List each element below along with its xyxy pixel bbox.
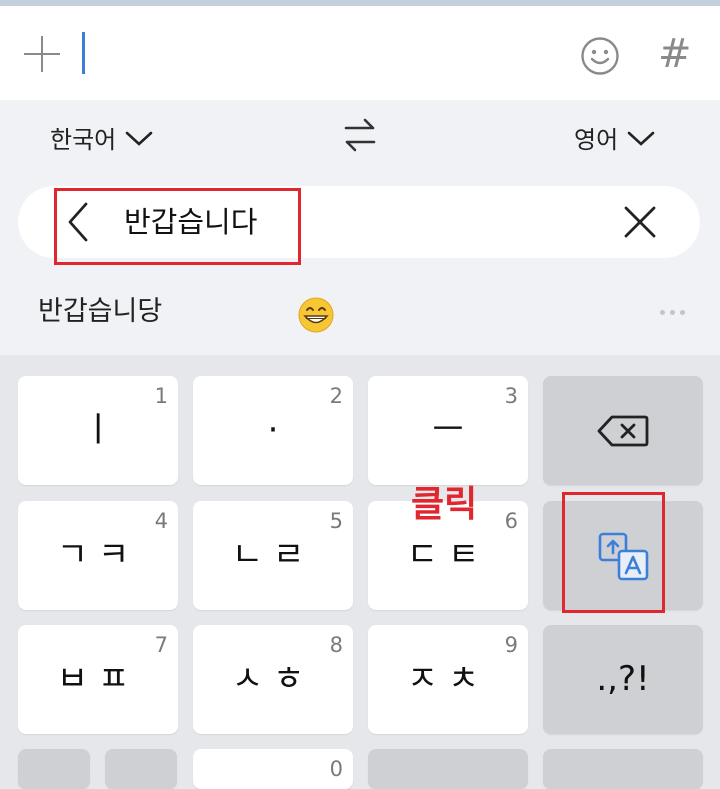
- key-2[interactable]: 2 ·: [193, 376, 353, 485]
- plus-icon[interactable]: [24, 36, 60, 72]
- key-label: ㅂㅍ: [56, 659, 140, 699]
- key-8[interactable]: 8 ㅅㅎ: [193, 625, 353, 734]
- source-language-label: 한국어: [50, 126, 117, 154]
- target-language-label: 영어: [574, 126, 619, 154]
- more-dots-icon[interactable]: [660, 310, 685, 315]
- swap-arrows-icon[interactable]: [342, 116, 378, 158]
- chevron-down-icon: [627, 131, 655, 146]
- key-label: ㄴㄹ: [231, 535, 315, 575]
- grinning-face-emoji[interactable]: [297, 296, 335, 338]
- key-number: 0: [329, 757, 343, 781]
- key-1[interactable]: 1 ㅣ: [18, 376, 178, 485]
- hashtag-button[interactable]: #: [658, 32, 692, 76]
- bottom-key-2[interactable]: [105, 749, 177, 789]
- click-annotation-label: 클릭: [411, 484, 478, 525]
- bottom-key-4[interactable]: [368, 749, 528, 789]
- backspace-icon: [597, 415, 649, 447]
- key-number: 5: [329, 509, 343, 533]
- chevron-down-icon: [125, 131, 153, 146]
- text-cursor: [82, 32, 85, 74]
- punctuation-key[interactable]: .,?!: [543, 625, 703, 734]
- key-label: ㅅㅎ: [231, 659, 315, 699]
- key-7[interactable]: 7 ㅂㅍ: [18, 625, 178, 734]
- key-label: .,?!: [596, 659, 650, 699]
- key-label: ㅣ: [82, 410, 114, 450]
- key-number: 3: [504, 384, 518, 408]
- key-label: ㄷㅌ: [406, 535, 490, 575]
- key-9[interactable]: 9 ㅈㅊ: [368, 625, 528, 734]
- key-label: ㄱㅋ: [56, 535, 140, 575]
- key-label: ·: [267, 410, 279, 450]
- key-number: 8: [329, 633, 343, 657]
- key-number: 7: [154, 633, 168, 657]
- key-label: ㅈㅊ: [406, 659, 490, 699]
- key-number: 1: [154, 384, 168, 408]
- message-input-bar[interactable]: #: [0, 6, 720, 100]
- highlight-box-input: [54, 188, 301, 265]
- key-number: 6: [504, 509, 518, 533]
- key-4[interactable]: 4 ㄱㅋ: [18, 501, 178, 610]
- bottom-key-1[interactable]: [18, 749, 90, 789]
- key-3[interactable]: 3 ㅡ: [368, 376, 528, 485]
- bottom-key-5[interactable]: [543, 749, 703, 789]
- backspace-key[interactable]: [543, 376, 703, 485]
- key-number: 9: [504, 633, 518, 657]
- source-language-select[interactable]: 한국어: [50, 120, 154, 155]
- key-label: ㅡ: [432, 410, 464, 450]
- smiley-face-icon[interactable]: [580, 36, 620, 80]
- key-5[interactable]: 5 ㄴㄹ: [193, 501, 353, 610]
- close-icon[interactable]: [622, 204, 658, 244]
- highlight-box-translate: [562, 492, 665, 613]
- target-language-select[interactable]: 영어: [574, 120, 656, 155]
- suggestion-word[interactable]: 반갑습니당: [38, 294, 162, 330]
- key-0[interactable]: 0: [193, 749, 353, 789]
- key-number: 4: [154, 509, 168, 533]
- key-number: 2: [329, 384, 343, 408]
